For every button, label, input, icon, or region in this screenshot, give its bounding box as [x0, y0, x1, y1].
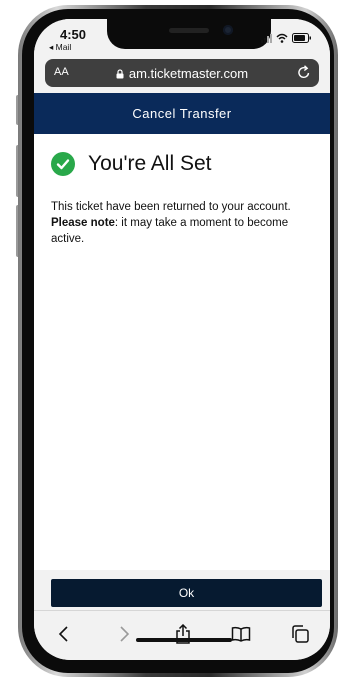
note-label: Please note — [51, 217, 115, 229]
camera-icon — [223, 25, 233, 35]
heading-row: You're All Set — [51, 152, 212, 176]
status-bar: 4:50 ◂ Mail — [34, 19, 330, 55]
status-icons — [261, 33, 312, 43]
home-indicator[interactable] — [136, 638, 232, 642]
phone-screen: 4:50 ◂ Mail AA am.ticketmaster.com Cance… — [34, 19, 330, 660]
ok-button[interactable]: Ok — [51, 579, 322, 607]
success-check-icon — [51, 152, 75, 176]
forward-icon[interactable] — [112, 623, 136, 645]
confirmation-message: This ticket have been returned to your a… — [51, 199, 309, 247]
confirmation-panel: You're All Set This ticket have been ret… — [34, 134, 330, 570]
wifi-icon — [276, 33, 288, 43]
battery-icon — [292, 33, 311, 43]
page-title: Cancel Transfer — [132, 106, 232, 121]
returned-message: This ticket have been returned to your a… — [51, 201, 291, 213]
url-text: am.ticketmaster.com — [128, 66, 249, 81]
notch — [107, 19, 271, 49]
signal-icon — [261, 34, 272, 43]
note-paragraph: Please note: it may take a moment to bec… — [51, 215, 309, 247]
confirmation-heading: You're All Set — [88, 152, 212, 175]
back-to-mail-link[interactable]: ◂ Mail — [49, 42, 71, 53]
reload-icon[interactable] — [297, 64, 311, 80]
app-screenshot: 4:50 ◂ Mail AA am.ticketmaster.com Cance… — [0, 0, 339, 682]
tabs-icon[interactable] — [288, 623, 312, 645]
url-display[interactable]: am.ticketmaster.com — [45, 66, 319, 81]
lock-icon — [116, 69, 124, 79]
page-header: Cancel Transfer — [34, 93, 330, 134]
browser-toolbar — [34, 610, 330, 660]
bookmarks-icon[interactable] — [229, 623, 253, 645]
speaker-grille — [169, 28, 209, 33]
status-time: 4:50 — [60, 27, 87, 42]
address-bar[interactable]: AA am.ticketmaster.com — [45, 59, 319, 87]
back-icon[interactable] — [52, 623, 76, 645]
